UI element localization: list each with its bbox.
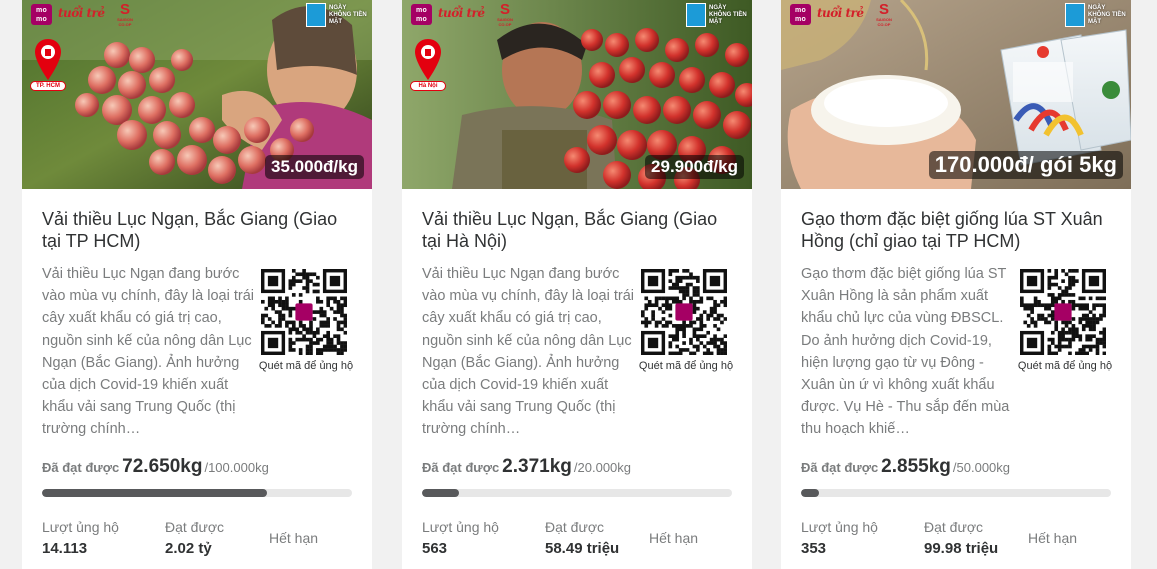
achieved-label: Đã đạt được — [42, 460, 120, 475]
supporters-label: Lượt ủng hộ — [422, 519, 499, 535]
achieved-summary: Đã đạt được 72.650kg/100.000kg — [42, 456, 354, 478]
momo-logo: mo mo — [790, 4, 811, 25]
achieved-label: Đã đạt được — [422, 460, 500, 475]
campaign-card-st-rice[interactable]: mo mo tuổi trẻ S SAIGON CO.OP NGÀY KHÔNG … — [781, 0, 1131, 569]
progress-bar — [422, 489, 732, 497]
campaign-title[interactable]: Vải thiều Lục Ngạn, Bắc Giang (Giao tại … — [42, 208, 354, 252]
achieved-label: Đã đạt được — [801, 460, 879, 475]
tuoitre-logo: tuổi trẻ — [58, 6, 105, 20]
progress-bar — [42, 489, 352, 497]
momo-qr-logo-icon — [675, 303, 693, 321]
goal-amount: /100.000kg — [204, 460, 269, 475]
momo-logo: mo mo — [411, 4, 432, 25]
status-expired: Hết hạn — [1028, 530, 1078, 546]
qr-label: Quét mã để ủng hộ — [258, 360, 354, 372]
progress-fill — [42, 489, 268, 497]
supporters-label: Lượt ủng hộ — [42, 519, 119, 535]
raised-amount: 58.49 triệu — [545, 540, 620, 557]
campaign-title[interactable]: Vải thiều Lục Ngạn, Bắc Giang (Giao tại … — [422, 208, 734, 252]
cashless-day-logo: NGÀY KHÔNG TIỀN MẶT — [686, 3, 747, 29]
campaign-image[interactable]: mo mo tuổi trẻ S SAIGON CO.OP NGÀY KHÔNG … — [781, 0, 1131, 189]
campaign-grid: mo mo tuổi trẻ S SAIGON CO.OP NGÀY KHÔNG … — [0, 0, 1157, 569]
goal-amount: /50.000kg — [952, 460, 1011, 475]
location-label: Hà Nội — [410, 81, 446, 91]
qr-label: Quét mã để ủng hộ — [638, 360, 734, 372]
supporters-count: 14.113 — [42, 540, 88, 557]
saigon-coop-logo: S SAIGON CO.OP — [876, 1, 892, 27]
saigon-coop-logo: S SAIGON CO.OP — [117, 1, 133, 27]
progress-fill — [422, 489, 459, 497]
campaign-description: Vải thiều Lục Ngạn đang bước vào mùa vụ … — [42, 266, 254, 438]
goal-amount: /20.000kg — [573, 460, 632, 475]
campaign-title[interactable]: Gạo thơm đặc biệt giống lúa ST Xuân Hồng… — [801, 208, 1113, 252]
campaign-description: Gạo thơm đặc biệt giống lúa ST Xuân Hồng… — [801, 266, 1010, 438]
price-badge: 35.000đ/kg — [265, 155, 364, 179]
qr-code[interactable] — [261, 269, 347, 355]
supporters-count: 563 — [422, 540, 448, 557]
price-badge: 170.000đ/ gói 5kg — [928, 151, 1123, 179]
raised-label: Đạt được — [545, 519, 605, 535]
achieved-amount: 2.855kg — [881, 456, 951, 477]
achieved-summary: Đã đạt được 2.855kg/50.000kg — [801, 456, 1113, 478]
achieved-summary: Đã đạt được 2.371kg/20.000kg — [422, 456, 734, 478]
cashless-day-logo: NGÀY KHÔNG TIỀN MẶT — [306, 3, 367, 29]
tuoitre-logo: tuổi trẻ — [817, 6, 864, 20]
status-expired: Hết hạn — [649, 530, 699, 546]
raised-label: Đạt được — [924, 519, 984, 535]
achieved-amount: 2.371kg — [502, 456, 572, 477]
momo-qr-logo-icon — [1054, 303, 1072, 321]
raised-amount: 99.98 triệu — [924, 540, 999, 557]
momo-logo: mo mo — [31, 4, 52, 25]
progress-bar — [801, 489, 1111, 497]
campaign-card-lychee-hanoi[interactable]: mo mo tuổi trẻ S SAIGON CO.OP NGÀY KHÔNG … — [402, 0, 752, 569]
location-pin-icon: Hà Nội — [410, 38, 446, 98]
campaign-card-lychee-hcm[interactable]: mo mo tuổi trẻ S SAIGON CO.OP NGÀY KHÔNG … — [22, 0, 372, 569]
supporters-label: Lượt ủng hộ — [801, 519, 878, 535]
raised-amount: 2.02 tỷ — [165, 540, 212, 557]
price-badge: 29.900đ/kg — [645, 155, 744, 179]
achieved-amount: 72.650kg — [122, 456, 203, 477]
saigon-coop-logo: S SAIGON CO.OP — [497, 1, 513, 27]
location-label: TP. HCM — [30, 81, 66, 91]
qr-label: Quét mã để ủng hộ — [1017, 360, 1113, 372]
location-pin-icon: TP. HCM — [30, 38, 66, 98]
supporters-count: 353 — [801, 540, 827, 557]
cashless-day-logo: NGÀY KHÔNG TIỀN MẶT — [1065, 3, 1126, 29]
campaign-image[interactable]: mo mo tuổi trẻ S SAIGON CO.OP NGÀY KHÔNG … — [402, 0, 752, 189]
campaign-description: Vải thiều Lục Ngạn đang bước vào mùa vụ … — [422, 266, 634, 438]
campaign-image[interactable]: mo mo tuổi trẻ S SAIGON CO.OP NGÀY KHÔNG … — [22, 0, 372, 189]
qr-code[interactable] — [641, 269, 727, 355]
tuoitre-logo: tuổi trẻ — [438, 6, 485, 20]
momo-qr-logo-icon — [295, 303, 313, 321]
qr-code[interactable] — [1020, 269, 1106, 355]
progress-fill — [801, 489, 819, 497]
raised-label: Đạt được — [165, 519, 225, 535]
status-expired: Hết hạn — [269, 530, 319, 546]
